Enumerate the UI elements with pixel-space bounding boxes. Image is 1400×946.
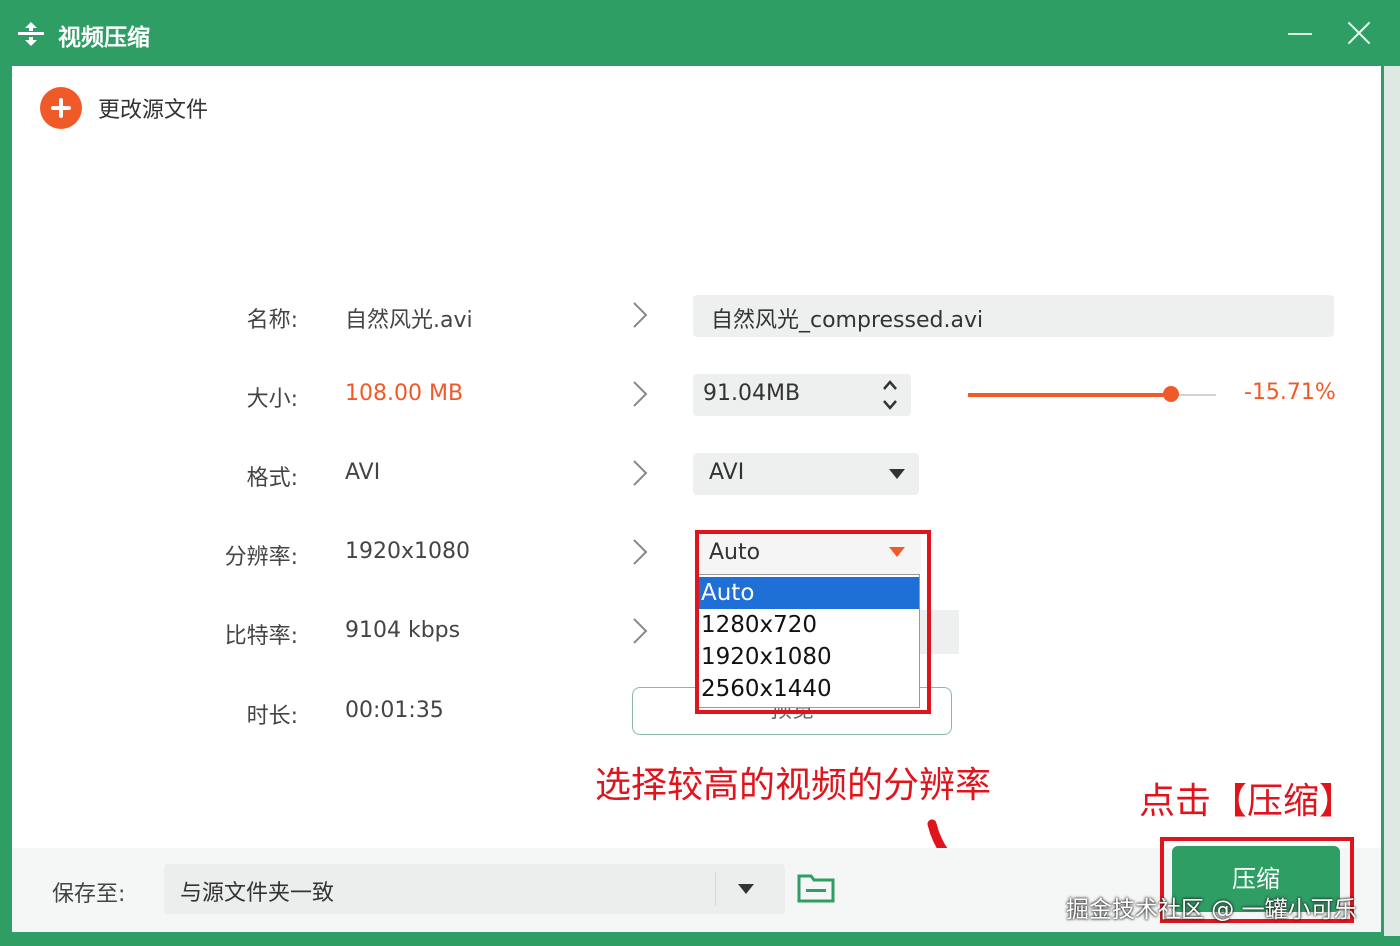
source-size: 108.00 MB <box>345 381 464 406</box>
main-panel: 更改源文件 名称: 大小: 格式: 分辨率: 比特率: 时长: 自然风光.avi… <box>12 66 1381 932</box>
change-source-button[interactable]: 更改源文件 <box>40 86 208 130</box>
watermark: 掘金技术社区 @ 一罐小可乐 <box>1066 897 1357 923</box>
window-title: 视频压缩 <box>58 25 150 51</box>
change-source-label: 更改源文件 <box>98 98 209 123</box>
folder-icon[interactable] <box>797 872 835 904</box>
compression-percent: -15.71% <box>1244 380 1336 405</box>
duration-label: 时长: <box>246 704 298 729</box>
save-to-label: 保存至: <box>52 882 126 907</box>
compress-icon <box>18 22 44 46</box>
minimize-button[interactable] <box>1284 16 1316 48</box>
click-annotation: 点击【压缩】 <box>1139 781 1356 822</box>
source-bitrate: 9104 kbps <box>345 618 461 643</box>
slider-handle[interactable] <box>1163 386 1180 402</box>
background-strip <box>1384 66 1400 936</box>
chevron-right-icon <box>633 618 648 644</box>
chevron-right-icon <box>633 381 648 407</box>
format-select[interactable]: AVI <box>693 453 919 495</box>
output-name-field[interactable]: 自然风光_compressed.avi <box>693 295 1334 337</box>
format-label: 格式: <box>246 466 298 491</box>
resolution-highlight-box <box>695 530 931 714</box>
save-to-select[interactable]: 与源文件夹一致 <box>164 864 785 914</box>
chevron-right-icon <box>633 302 648 328</box>
caret-down-icon <box>889 469 905 479</box>
title-bar: 视频压缩 <box>0 0 1400 66</box>
stepper-icon[interactable] <box>879 376 901 414</box>
caret-down-icon <box>738 884 754 894</box>
format-select-value: AVI <box>709 460 745 485</box>
output-name-value: 自然风光_compressed.avi <box>711 308 984 333</box>
resolution-label: 分辨率: <box>224 545 298 570</box>
name-label: 名称: <box>246 308 298 333</box>
output-size-stepper[interactable]: 91.04MB <box>693 374 911 416</box>
save-to-value: 与源文件夹一致 <box>180 881 335 906</box>
close-button[interactable] <box>1342 16 1374 50</box>
compression-slider[interactable] <box>968 375 1216 415</box>
plus-circle-icon <box>40 87 82 129</box>
chevron-right-icon <box>633 460 648 486</box>
size-label: 大小: <box>246 387 298 412</box>
divider <box>715 872 716 906</box>
resolution-annotation: 选择较高的视频的分辨率 <box>595 765 992 806</box>
chevron-right-icon <box>633 539 648 565</box>
source-name: 自然风光.avi <box>345 308 473 333</box>
slider-fill <box>968 393 1172 397</box>
source-format: AVI <box>345 460 381 485</box>
source-duration: 00:01:35 <box>345 698 444 723</box>
bitrate-label: 比特率: <box>224 624 298 649</box>
source-resolution: 1920x1080 <box>345 539 470 564</box>
output-size-value: 91.04MB <box>703 381 801 406</box>
